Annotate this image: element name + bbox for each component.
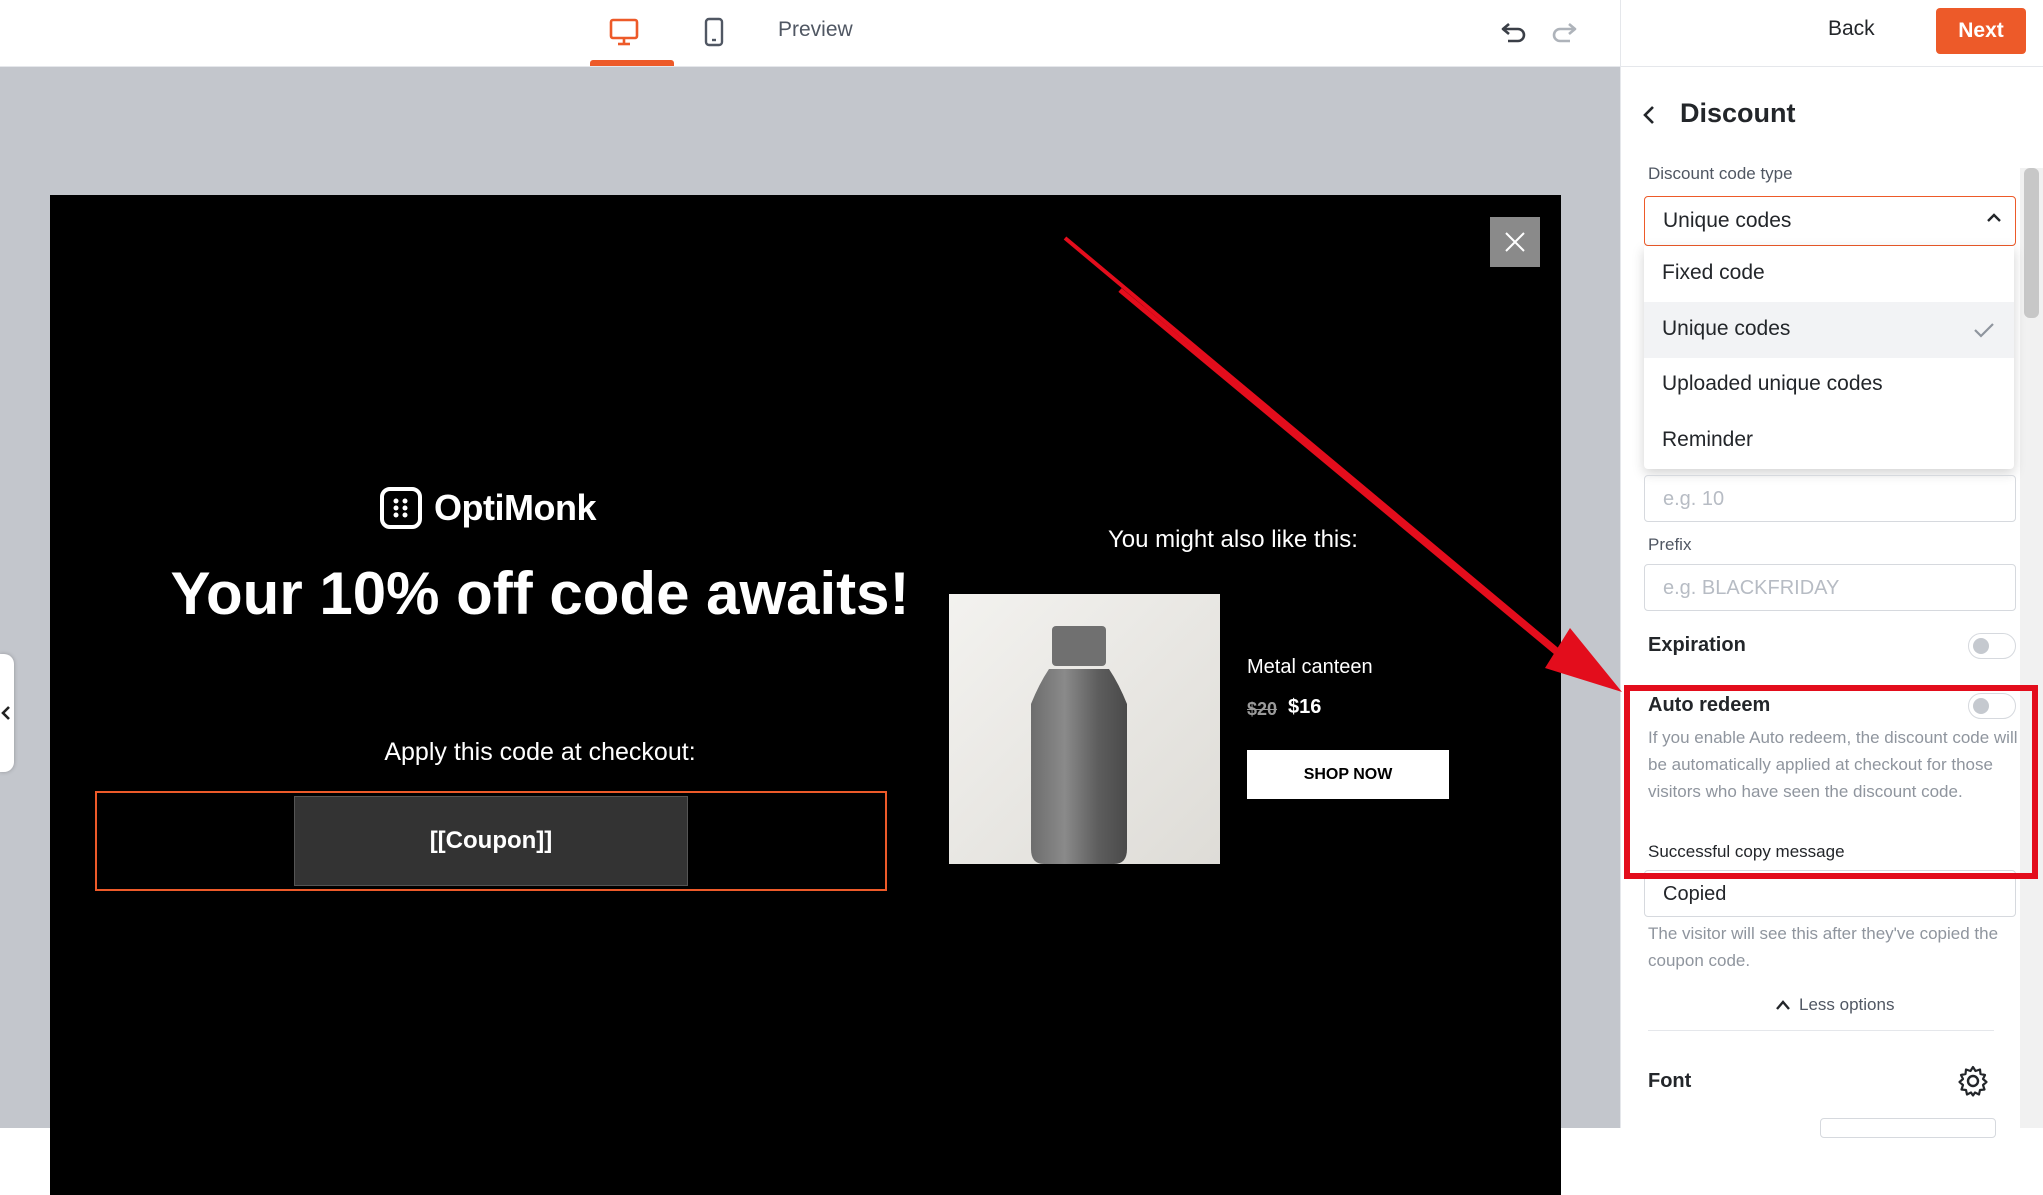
undo-icon[interactable] — [1490, 10, 1538, 54]
logo-text: OptiMonk — [434, 487, 596, 528]
less-options-label: Less options — [1799, 995, 1895, 1014]
product-name[interactable]: Metal canteen — [1247, 656, 1373, 679]
logo: OptiMonk — [380, 487, 596, 529]
checkmark-icon — [1972, 320, 1996, 345]
chevron-up-icon — [1776, 1000, 1790, 1010]
panel-title: Discount — [1680, 98, 1796, 128]
dropdown-option-unique-codes[interactable]: Unique codes — [1644, 302, 2014, 358]
font-label: Font — [1648, 1070, 1692, 1092]
product-old-price: $20 — [1247, 699, 1278, 719]
expiration-toggle[interactable] — [1968, 633, 2016, 659]
product-image[interactable] — [949, 594, 1220, 864]
gear-icon[interactable] — [1956, 1064, 1990, 1103]
redo-icon[interactable] — [1540, 10, 1588, 54]
code-type-select[interactable]: Unique codes — [1644, 196, 2016, 246]
popup-headline[interactable]: Your 10% off code awaits! — [120, 557, 960, 630]
code-type-dropdown: Fixed code Unique codes Uploaded unique … — [1644, 246, 2014, 469]
apply-code-text[interactable]: Apply this code at checkout: — [120, 738, 960, 767]
dropdown-option-fixed-code[interactable]: Fixed code — [1644, 246, 2014, 302]
popup-preview[interactable]: OptiMonk Your 10% off code awaits! Apply… — [50, 195, 1561, 1195]
prefix-input[interactable]: e.g. BLACKFRIDAY — [1644, 564, 2016, 611]
chevron-left-icon[interactable] — [1635, 100, 1665, 130]
mobile-icon[interactable] — [690, 10, 738, 54]
collapse-handle[interactable] — [0, 654, 14, 772]
divider — [1648, 1030, 1994, 1031]
scrollbar-thumb[interactable] — [2024, 168, 2039, 318]
back-button[interactable]: Back — [1828, 17, 1875, 41]
value-input[interactable]: e.g. 10 — [1644, 475, 2016, 522]
next-button[interactable]: Next — [1936, 8, 2026, 54]
recommendation-title[interactable]: You might also like this: — [1108, 526, 1358, 554]
chevron-up-icon[interactable] — [1984, 208, 2004, 233]
prefix-label: Prefix — [1648, 535, 1692, 554]
shop-now-button[interactable]: SHOP NOW — [1247, 750, 1449, 799]
editor-canvas: OptiMonk Your 10% off code awaits! Apply… — [0, 67, 1620, 1195]
product-new-price: $16 — [1288, 696, 1322, 718]
expiration-label: Expiration — [1648, 634, 1746, 656]
less-options-toggle[interactable]: Less options — [1775, 995, 1894, 1015]
active-tab-indicator — [590, 60, 674, 66]
close-icon[interactable] — [1490, 217, 1540, 267]
preview-button[interactable]: Preview — [778, 18, 853, 42]
coupon-code-box[interactable]: [[Coupon]] — [294, 796, 688, 886]
dropdown-option-uploaded-unique-codes[interactable]: Uploaded unique codes — [1644, 357, 2014, 413]
dropdown-option-reminder[interactable]: Reminder — [1644, 413, 2014, 469]
optimonk-logo-icon — [380, 487, 422, 529]
desktop-icon[interactable] — [600, 10, 648, 54]
editor-toolbar: Preview — [0, 0, 1620, 67]
annotation-highlight-box — [1624, 685, 2038, 879]
code-type-label: Discount code type — [1648, 164, 1793, 183]
font-select[interactable] — [1820, 1118, 1996, 1138]
copy-message-help-text: The visitor will see this after they've … — [1648, 924, 1999, 970]
